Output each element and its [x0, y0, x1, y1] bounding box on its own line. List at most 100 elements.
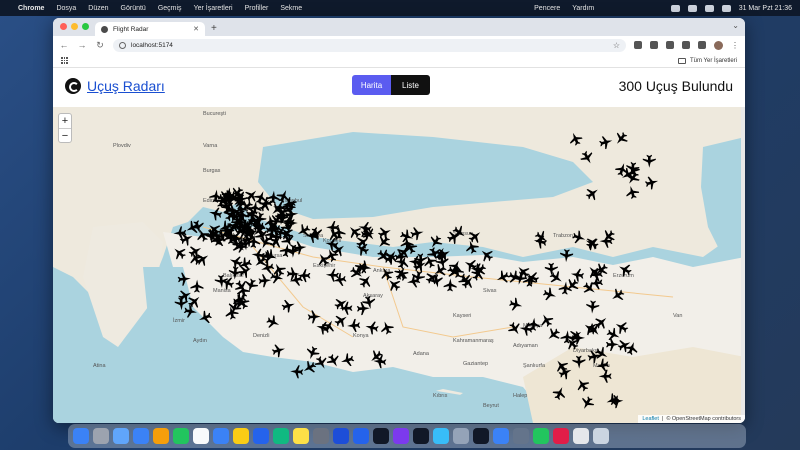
map-city-label: Adıyaman — [513, 343, 538, 349]
map-city-label: Adana — [413, 351, 430, 357]
new-tab-button[interactable]: + — [211, 22, 217, 36]
dock-outlook-icon[interactable] — [333, 428, 349, 444]
menu-item-pencere[interactable]: Pencere — [534, 5, 560, 12]
minimize-window-button[interactable] — [71, 23, 78, 30]
extension-icon[interactable] — [682, 41, 690, 49]
flight-count: 300 Uçuş Bulundu — [618, 77, 733, 94]
menu-item-duzen[interactable]: Düzen — [88, 5, 108, 12]
tab-bar: Flight Radar ✕ + ⌄ — [53, 18, 745, 36]
menu-item-sekme[interactable]: Sekme — [280, 5, 302, 12]
forward-button[interactable]: → — [77, 40, 87, 50]
dock-chrome-icon[interactable] — [233, 428, 249, 444]
dock-whatsapp-icon[interactable] — [533, 428, 549, 444]
menu-kebab-icon[interactable]: ⋮ — [731, 41, 739, 50]
control-center-icon[interactable] — [721, 4, 731, 12]
map-city-label: Kıbrıs — [433, 393, 448, 399]
attribution-separator: | — [661, 416, 664, 422]
dock-vscode-insiders-icon[interactable] — [273, 428, 289, 444]
dock-cursor-icon[interactable] — [473, 428, 489, 444]
extension-icon[interactable] — [634, 41, 642, 49]
dock-safari-icon[interactable] — [113, 428, 129, 444]
macos-dock — [68, 424, 746, 448]
map-city-label: Aydın — [193, 338, 207, 344]
view-toggle: Harita Liste — [352, 75, 430, 95]
map-view-button[interactable]: Harita — [352, 75, 391, 95]
menubar-clock[interactable]: 31 Mar Pzt 21:36 — [739, 5, 792, 12]
map-city-label: Sivas — [483, 288, 497, 294]
dock-vscode-icon[interactable] — [253, 428, 269, 444]
menu-item-gorunum[interactable]: Görüntü — [121, 5, 146, 12]
dock-calendar-icon[interactable] — [193, 428, 209, 444]
dock-telegram-icon[interactable] — [433, 428, 449, 444]
radar-icon — [65, 77, 81, 94]
dock-mail-icon[interactable] — [133, 428, 149, 444]
dock-photos-icon[interactable] — [153, 428, 169, 444]
status-icon[interactable] — [670, 4, 680, 12]
menu-item-yer-isaretleri[interactable]: Yer İşaretleri — [194, 5, 233, 12]
site-info-icon[interactable] — [119, 41, 126, 49]
dock-app-store-icon[interactable] — [213, 428, 229, 444]
dock-finder-icon[interactable] — [73, 428, 89, 444]
address-bar[interactable]: localhost:5174 ☆ — [113, 38, 626, 52]
menu-item-yardim[interactable]: Yardım — [572, 5, 594, 12]
dock-xcode-icon[interactable] — [493, 428, 509, 444]
all-bookmarks-folder[interactable]: Tüm Yer İşaretleri — [677, 57, 737, 64]
wifi-icon[interactable] — [704, 4, 714, 12]
tab-search-icon[interactable]: ⌄ — [732, 21, 739, 30]
zoom-in-button[interactable]: + — [59, 114, 71, 128]
apps-grid-icon[interactable] — [61, 57, 68, 64]
osm-attribution-link[interactable]: © OpenStreetMap contributors — [666, 416, 741, 422]
dock-launchpad-icon[interactable] — [93, 428, 109, 444]
dock-facetime-icon[interactable] — [173, 428, 189, 444]
flight-map[interactable]: Bucureşti Varna Burgas Plovdiv Edirne İstanbu… — [53, 107, 745, 423]
land-levant — [523, 347, 745, 423]
menu-item-gecmis[interactable]: Geçmiş — [158, 5, 182, 12]
extensions-puzzle-icon[interactable] — [698, 41, 706, 49]
list-view-button[interactable]: Liste — [391, 75, 430, 95]
browser-toolbar: ← → ↻ localhost:5174 ☆ ⋮ — [53, 36, 745, 54]
dock-settings-icon[interactable] — [313, 428, 329, 444]
menu-app-name[interactable]: Chrome — [18, 5, 44, 12]
zoom-out-button[interactable]: − — [59, 128, 71, 142]
map-city-label: Şanlıurfa — [523, 363, 546, 369]
all-bookmarks-label: Tüm Yer İşaretleri — [689, 57, 737, 64]
folder-icon — [677, 57, 686, 64]
menu-item-profiller[interactable]: Profiller — [245, 5, 269, 12]
dock-trash-icon[interactable] — [593, 428, 609, 444]
dock-notes-icon[interactable] — [293, 428, 309, 444]
map-canvas[interactable]: BucureştiVarnaBurgasPlovdivEdirne İstanbu… — [53, 107, 745, 423]
extension-icon[interactable] — [666, 41, 674, 49]
app-logo[interactable]: Uçuş Radarı — [65, 77, 165, 94]
page-scrollbar[interactable] — [741, 107, 745, 423]
tab-title: Flight Radar — [113, 25, 149, 33]
menu-item-dosya[interactable]: Dosya — [56, 5, 76, 12]
back-button[interactable]: ← — [59, 40, 69, 50]
map-city-label: Varna — [203, 143, 218, 149]
tab-flight-radar[interactable]: Flight Radar ✕ — [95, 22, 205, 36]
dock-preview-icon[interactable] — [453, 428, 469, 444]
map-city-label: Bucureşti — [203, 111, 226, 117]
address-url[interactable]: localhost:5174 — [131, 42, 173, 49]
close-tab-icon[interactable]: ✕ — [193, 25, 199, 33]
extension-icon[interactable] — [650, 41, 658, 49]
dock-textedit-icon[interactable] — [573, 428, 589, 444]
map-city-label: Manisa — [213, 288, 232, 294]
dock-github-desktop-icon[interactable] — [393, 428, 409, 444]
dock-github-icon[interactable] — [373, 428, 389, 444]
dock-simulator-icon[interactable] — [513, 428, 529, 444]
close-window-button[interactable] — [60, 23, 67, 30]
reload-button[interactable]: ↻ — [95, 40, 105, 51]
map-city-label: Burgas — [203, 168, 221, 174]
bookmark-star-icon[interactable]: ☆ — [613, 41, 620, 50]
battery-icon[interactable] — [687, 4, 697, 12]
dock-terminal-icon[interactable] — [413, 428, 429, 444]
flight-marker-icon[interactable] — [290, 365, 304, 379]
leaflet-link[interactable]: Leaflet — [642, 416, 659, 422]
dock-slack-icon[interactable] — [553, 428, 569, 444]
dock-zoom-icon[interactable] — [353, 428, 369, 444]
app-title[interactable]: Uçuş Radarı — [87, 78, 165, 94]
map-city-label: Gaziantep — [463, 361, 488, 367]
profile-avatar[interactable] — [714, 40, 723, 50]
fullscreen-window-button[interactable] — [82, 23, 89, 30]
browser-window: Flight Radar ✕ + ⌄ ← → ↻ localhost:5174 … — [53, 18, 745, 423]
